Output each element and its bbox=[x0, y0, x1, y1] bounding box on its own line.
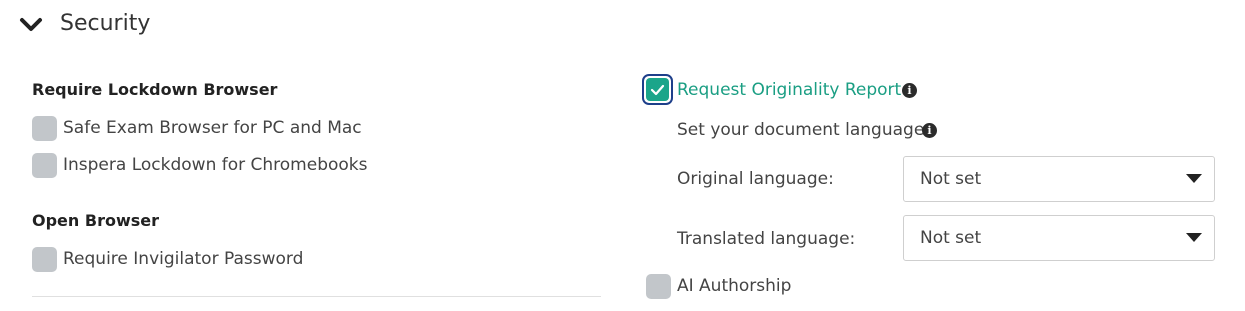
checkmark-icon bbox=[650, 84, 665, 95]
translated-language-value: Not set bbox=[920, 228, 982, 248]
lockdown-group-title: Require Lockdown Browser bbox=[32, 80, 278, 99]
originality-report-label[interactable]: Request Originality Report bbox=[677, 77, 901, 103]
chevron-down-icon bbox=[18, 11, 44, 37]
translated-language-label: Translated language: bbox=[677, 229, 856, 249]
inspera-lockdown-checkbox[interactable] bbox=[32, 153, 57, 178]
caret-down-icon bbox=[1186, 233, 1202, 242]
inspera-lockdown-option[interactable]: Inspera Lockdown for Chromebooks bbox=[32, 153, 368, 178]
originality-report-checkbox[interactable] bbox=[642, 74, 673, 105]
original-language-select[interactable]: Not set bbox=[903, 156, 1215, 202]
section-title: Security bbox=[60, 11, 151, 36]
security-section-toggle[interactable]: Security bbox=[18, 8, 150, 40]
translated-language-select[interactable]: Not set bbox=[903, 215, 1215, 261]
open-browser-group-title: Open Browser bbox=[32, 211, 159, 230]
original-language-label: Original language: bbox=[677, 169, 834, 189]
safe-exam-browser-option[interactable]: Safe Exam Browser for PC and Mac bbox=[32, 116, 362, 141]
safe-exam-browser-label: Safe Exam Browser for PC and Mac bbox=[63, 118, 362, 138]
invigilator-password-label: Require Invigilator Password bbox=[63, 249, 304, 269]
ai-authorship-label: AI Authorship bbox=[677, 276, 792, 296]
caret-down-icon bbox=[1186, 174, 1202, 183]
info-icon[interactable]: i bbox=[902, 83, 917, 98]
document-language-label: Set your document language bbox=[677, 120, 925, 140]
ai-authorship-option[interactable]: AI Authorship bbox=[646, 274, 791, 299]
safe-exam-browser-checkbox[interactable] bbox=[32, 116, 57, 141]
security-settings-panel: Security Require Lockdown Browser Safe E… bbox=[0, 0, 1245, 311]
info-icon[interactable]: i bbox=[922, 123, 937, 138]
original-language-value: Not set bbox=[920, 169, 982, 189]
ai-authorship-checkbox[interactable] bbox=[646, 274, 671, 299]
invigilator-password-checkbox[interactable] bbox=[32, 247, 57, 272]
originality-checkbox-fill bbox=[646, 78, 669, 101]
inspera-lockdown-label: Inspera Lockdown for Chromebooks bbox=[63, 155, 368, 175]
invigilator-password-option[interactable]: Require Invigilator Password bbox=[32, 247, 303, 272]
left-column-divider bbox=[32, 296, 601, 297]
